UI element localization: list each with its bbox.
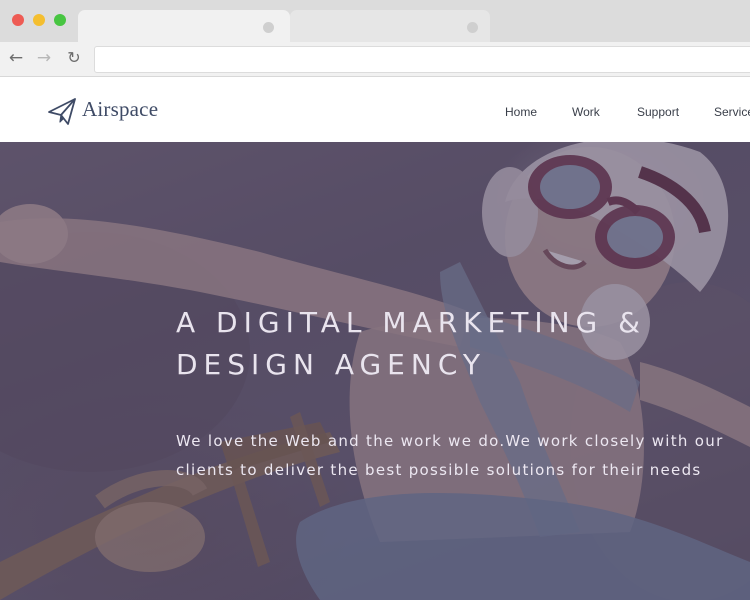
reload-icon[interactable]: ↻ (64, 47, 84, 69)
nav-link-work[interactable]: Work (572, 105, 600, 119)
browser-tab-active[interactable] (78, 10, 290, 42)
web-page: Airspace Home Work Support Service (0, 77, 750, 600)
arrow-left-icon[interactable]: ← (6, 47, 26, 69)
browser-tab-new[interactable] (290, 10, 490, 42)
nav-link-service[interactable]: Service (714, 105, 750, 119)
site-header: Airspace Home Work Support Service (0, 77, 750, 142)
paper-plane-icon (48, 98, 76, 125)
nav-link-home[interactable]: Home (505, 105, 537, 119)
hero-subtitle-line-2: clients to deliver the best possible sol… (176, 461, 702, 479)
browser-toolbar: ← → ↻ (0, 42, 750, 77)
hero-subtitle-line-1: We love the Web and the work we do.We wo… (176, 432, 724, 450)
close-window-button[interactable] (12, 14, 24, 26)
hero-section: A DIGITAL MARKETING & DESIGN AGENCY We l… (0, 142, 750, 600)
arrow-right-icon[interactable]: → (34, 47, 54, 69)
hero-title-line-2: DESIGN AGENCY (176, 348, 486, 381)
tab-strip (0, 0, 750, 42)
hero-title-line-1: A DIGITAL MARKETING & (176, 306, 646, 339)
browser-window: ← → ↻ Airspace Home Work Support Service (0, 0, 750, 600)
minimize-window-button[interactable] (33, 14, 45, 26)
address-bar[interactable] (94, 46, 750, 73)
nav-link-support[interactable]: Support (637, 105, 679, 119)
hero-subtitle: We love the Web and the work we do.We wo… (176, 427, 724, 485)
maximize-window-button[interactable] (54, 14, 66, 26)
tab-close-icon[interactable] (467, 22, 478, 33)
hero-title: A DIGITAL MARKETING & DESIGN AGENCY (176, 302, 646, 386)
logo-text: Airspace (82, 97, 159, 121)
tab-close-icon[interactable] (263, 22, 274, 33)
